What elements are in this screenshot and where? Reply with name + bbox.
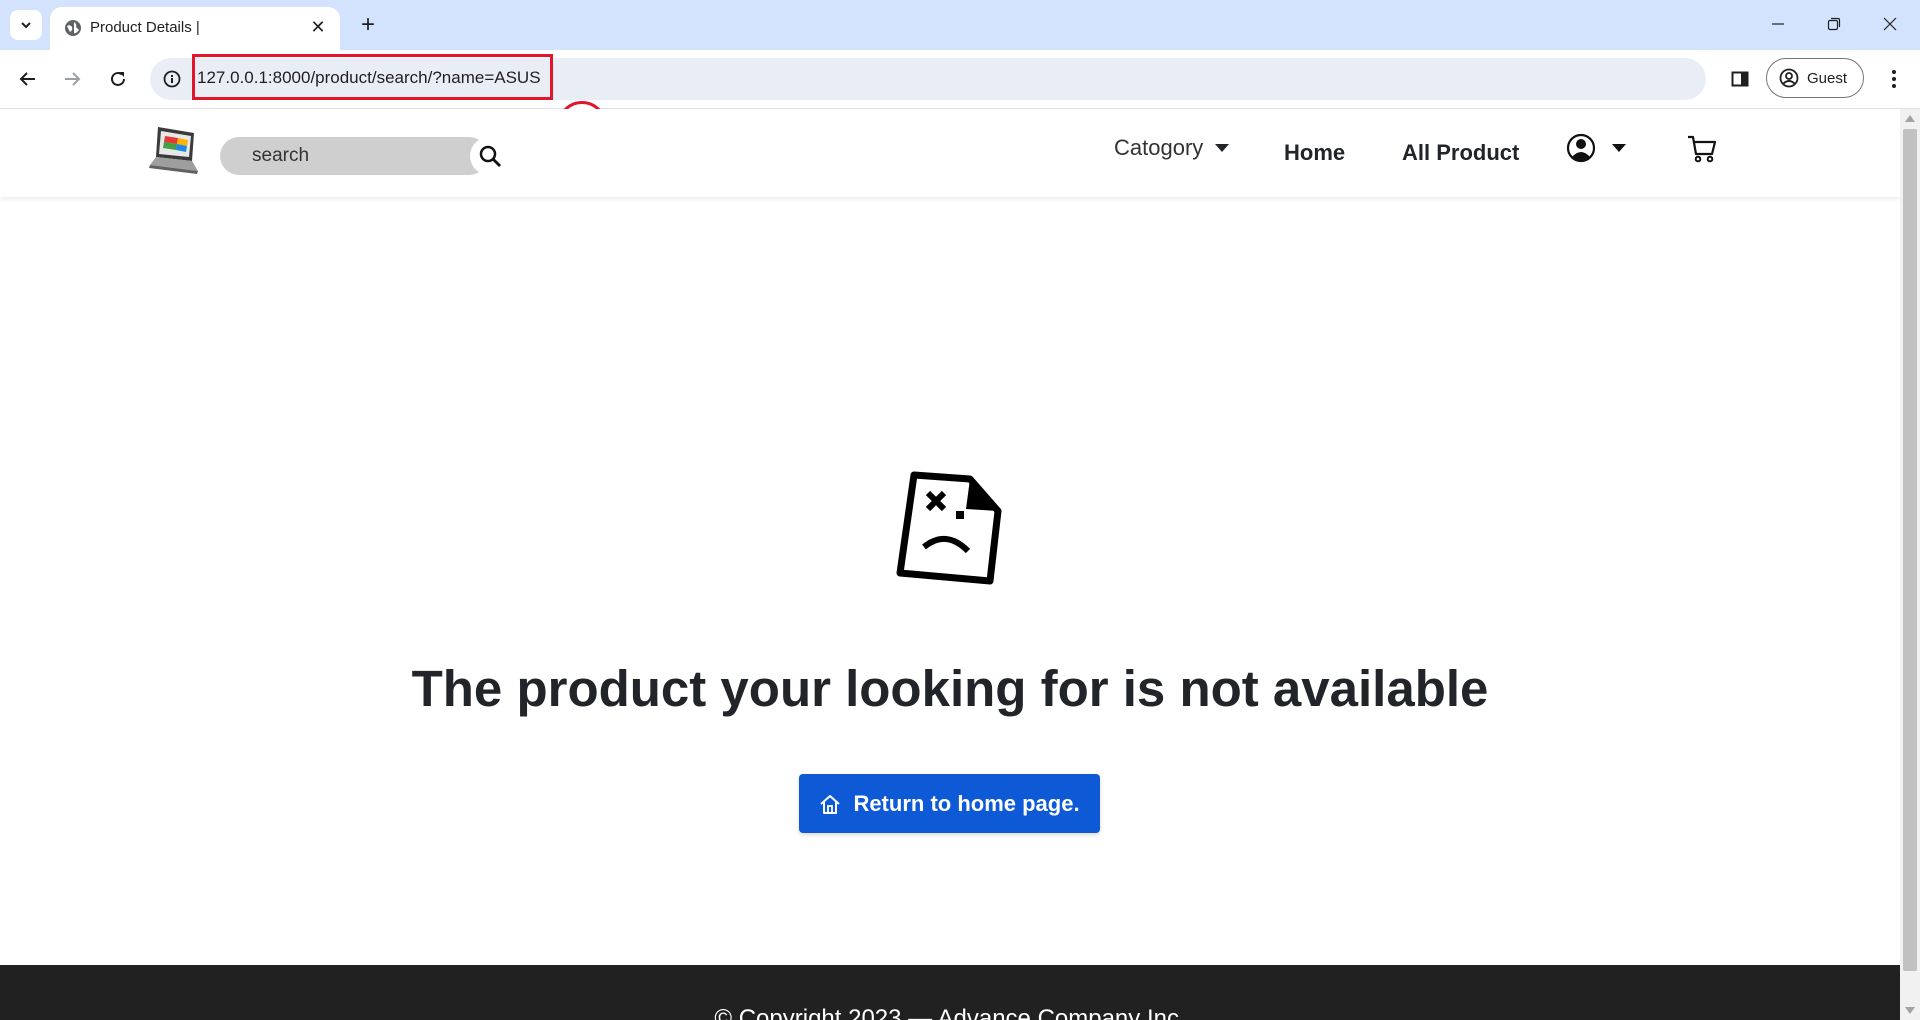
minimize-icon (1772, 23, 1784, 25)
profile-button[interactable]: Guest (1766, 58, 1864, 98)
profile-icon (1779, 68, 1799, 88)
not-available-message: The product your looking for is not avai… (411, 660, 1489, 717)
back-arrow-icon (19, 72, 35, 86)
nav-category-dropdown[interactable]: Catogory (1114, 135, 1230, 161)
forward-arrow-icon (65, 72, 81, 86)
nav-category-label: Catogory (1114, 135, 1204, 160)
page-viewport: Catogory Home All Product (0, 109, 1900, 1020)
browser-menu-button[interactable] (1880, 63, 1908, 95)
scroll-up-arrow-icon[interactable] (1905, 115, 1915, 122)
user-account-dropdown[interactable] (1566, 133, 1626, 163)
house-icon (820, 794, 841, 814)
browser-tab-active[interactable]: Product Details | ✕ (50, 7, 340, 50)
reload-icon (111, 71, 125, 86)
minimize-button[interactable] (1750, 4, 1806, 44)
search-input[interactable] (220, 137, 488, 175)
profile-label: Guest (1807, 69, 1848, 87)
browser-tab-bar: Product Details | ✕ + (0, 0, 1920, 50)
return-home-button[interactable]: Return to home page. (799, 774, 1100, 833)
tab-close-button[interactable]: ✕ (306, 15, 330, 39)
globe-icon (65, 20, 81, 36)
search-button[interactable] (470, 137, 510, 175)
reload-button[interactable] (102, 63, 134, 95)
broken-file-sad-icon (896, 471, 1002, 585)
close-window-button[interactable] (1862, 4, 1918, 44)
nav-home-link[interactable]: Home (1284, 140, 1345, 166)
tab-search-button[interactable] (10, 10, 42, 40)
caret-down-icon (1215, 144, 1230, 152)
side-panel-icon (1731, 71, 1749, 87)
site-footer: © Copyright 2023 — Advance Company Inc. (0, 965, 1900, 1020)
side-panel-button[interactable] (1724, 63, 1756, 95)
restore-button[interactable] (1806, 4, 1862, 44)
kebab-menu-icon (1892, 70, 1896, 88)
user-circle-icon (1566, 133, 1596, 163)
site-navbar: Catogory Home All Product (0, 109, 1900, 197)
close-icon (1883, 17, 1897, 31)
footer-copyright: © Copyright 2023 — Advance Company Inc. (714, 1005, 1186, 1020)
page-scrollbar[interactable] (1900, 109, 1920, 1020)
laptop-logo-icon[interactable] (148, 123, 204, 181)
new-tab-button[interactable]: + (352, 10, 384, 40)
url-highlight-box (192, 54, 553, 100)
scroll-down-arrow-icon[interactable] (1905, 1007, 1915, 1014)
tab-title: Product Details | (90, 19, 200, 36)
site-info-button[interactable] (160, 67, 184, 91)
scroll-thumb[interactable] (1903, 129, 1917, 971)
restore-icon (1827, 17, 1841, 31)
forward-button[interactable] (56, 63, 88, 95)
nav-all-product-link[interactable]: All Product (1402, 140, 1519, 166)
site-info-icon (163, 70, 181, 88)
return-home-label: Return to home page. (853, 790, 1080, 816)
chevron-down-icon (21, 22, 31, 29)
search-icon (479, 145, 501, 167)
site-search (220, 137, 510, 175)
back-button[interactable] (12, 63, 44, 95)
caret-down-icon (1612, 144, 1626, 152)
cart-icon[interactable] (1686, 133, 1718, 165)
